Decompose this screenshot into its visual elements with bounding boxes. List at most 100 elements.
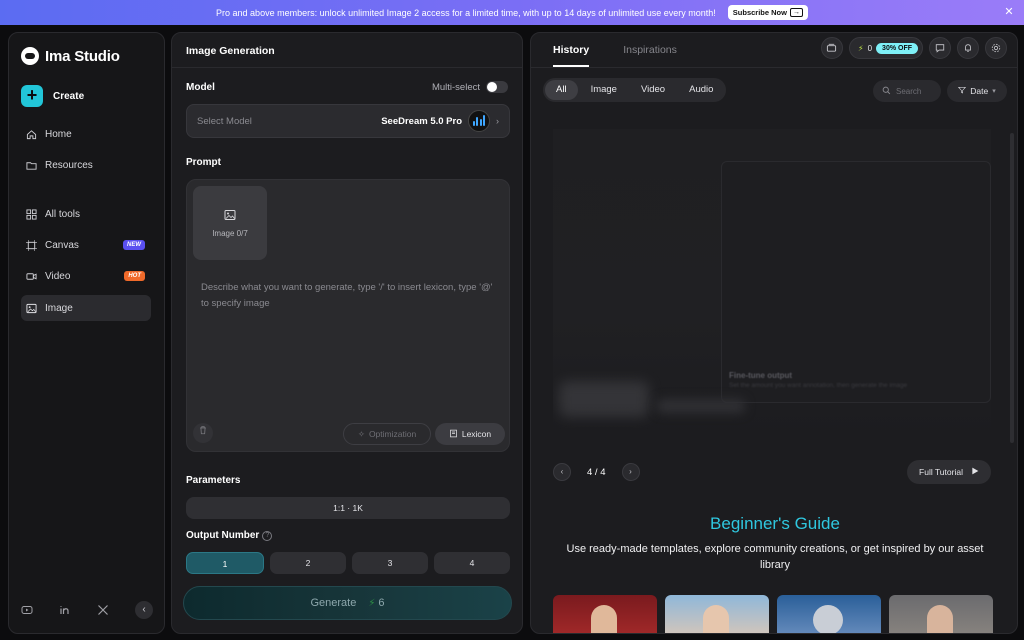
output-option-4[interactable]: 4 <box>434 552 510 574</box>
image-upload-slot[interactable]: Image 0/7 <box>193 186 267 260</box>
parameters-label: Parameters <box>186 475 241 486</box>
next-page-button[interactable]: › <box>621 463 640 481</box>
credits-count: 0 <box>867 43 873 53</box>
x-icon[interactable] <box>97 604 109 616</box>
grid-icon <box>26 208 37 220</box>
ratio-resolution-select[interactable]: 1:1 · 1K <box>186 497 510 519</box>
collapse-sidebar-button[interactable]: ‹ <box>135 601 153 619</box>
date-filter-button[interactable]: Date ▾ <box>947 80 1007 102</box>
sidebar-item-label: Resources <box>45 159 93 171</box>
sidebar-item-video[interactable]: Video HOT <box>21 263 151 289</box>
bolt-icon: ⚡ <box>368 598 376 609</box>
prompt-input[interactable]: Describe what you want to generate, type… <box>201 280 501 312</box>
model-label: Model <box>186 82 215 93</box>
preview-frame <box>721 161 991 403</box>
thumbnail-card[interactable] <box>889 595 993 633</box>
scrollbar-track[interactable] <box>1010 133 1014 443</box>
linkedin-icon[interactable] <box>59 604 71 616</box>
panel-tabs: History Inspirations <box>553 44 677 67</box>
video-icon <box>26 271 37 282</box>
sidebar-item-label: Canvas <box>45 239 79 251</box>
blurred-element <box>559 381 649 417</box>
tab-history[interactable]: History <box>553 44 590 67</box>
guide-title: Beginner's Guide <box>710 514 840 533</box>
gear-icon[interactable] <box>985 37 1007 59</box>
sidebar-item-label: All tools <box>45 208 81 220</box>
stack-icon[interactable] <box>820 37 843 59</box>
page-indicator: 4 / 4 <box>587 466 606 478</box>
canvas-icon <box>26 239 37 251</box>
tab-inspirations[interactable]: Inspirations <box>623 44 677 67</box>
model-select[interactable]: Select Model SeeDream 5.0 Pro › <box>186 104 510 138</box>
divider <box>531 67 1017 68</box>
type-filter: All Image Video Audio <box>543 78 727 102</box>
output-number-label: Output Number <box>186 530 260 541</box>
thumbnail-card[interactable] <box>553 595 657 633</box>
sidebar: Ima Studio + Create Home Resources All t… <box>8 32 165 634</box>
prompt-box[interactable]: Image 0/7 Describe what you want to gene… <box>186 179 510 452</box>
arrow-right-icon: → <box>789 8 803 17</box>
subscribe-button[interactable]: Subscribe Now → <box>727 5 808 20</box>
prev-page-button[interactable]: ‹ <box>553 463 571 481</box>
search-input[interactable]: Search <box>873 80 941 102</box>
divider <box>172 67 522 68</box>
feedback-icon[interactable] <box>929 37 951 59</box>
portrait-image <box>591 605 617 633</box>
sidebar-item-image[interactable]: Image <box>21 295 151 321</box>
brand-name: Ima Studio <box>45 47 120 65</box>
filter-video[interactable]: Video <box>630 80 676 100</box>
create-button[interactable]: + Create <box>21 85 84 107</box>
guide-description: Use ready-made templates, explore commun… <box>566 543 984 571</box>
search-icon <box>882 86 891 97</box>
multi-select-toggle[interactable]: Multi-select <box>432 81 508 93</box>
preview-title: Fine-tune output <box>729 371 793 380</box>
lexicon-button[interactable]: Lexicon <box>435 423 505 445</box>
sidebar-item-resources[interactable]: Resources <box>21 152 151 178</box>
tutorial-preview[interactable]: Fine-tune output Set the amount you want… <box>553 129 991 439</box>
thumbnail-card[interactable] <box>665 595 769 633</box>
date-label: Date <box>970 86 989 96</box>
lexicon-label: Lexicon <box>461 429 492 439</box>
image-add-icon <box>224 209 236 223</box>
headphones-image <box>813 605 843 633</box>
help-icon[interactable]: ? <box>262 531 273 541</box>
plus-icon: + <box>21 85 43 107</box>
filter-audio[interactable]: Audio <box>678 80 724 100</box>
generate-button[interactable]: Generate ⚡ 6 <box>183 586 512 620</box>
model-value: SeeDream 5.0 Pro <box>381 115 462 127</box>
portrait-image <box>927 605 953 633</box>
credits-badge[interactable]: ⚡ 0 30% OFF <box>848 37 923 59</box>
toggle-switch[interactable] <box>486 81 508 93</box>
trash-icon[interactable] <box>193 423 213 443</box>
close-icon[interactable]: ✕ <box>1002 5 1016 19</box>
filter-icon <box>958 86 967 96</box>
generate-cost: ⚡ 6 <box>368 597 385 609</box>
youtube-icon[interactable] <box>21 604 33 616</box>
output-option-2[interactable]: 2 <box>270 552 346 574</box>
panel-title: Image Generation <box>186 45 275 57</box>
thumbnail-card[interactable] <box>777 595 881 633</box>
brand-logo[interactable]: Ima Studio <box>21 47 120 65</box>
sidebar-item-home[interactable]: Home <box>21 121 151 147</box>
play-icon <box>971 467 979 477</box>
output-option-3[interactable]: 3 <box>352 552 428 574</box>
header-actions: ⚡ 0 30% OFF <box>820 37 1007 59</box>
history-panel: History Inspirations ⚡ 0 30% OFF All Ima… <box>530 32 1018 634</box>
filter-image[interactable]: Image <box>580 80 628 100</box>
generate-label: Generate <box>310 597 357 609</box>
sidebar-item-canvas[interactable]: Canvas NEW <box>21 232 151 258</box>
full-tutorial-button[interactable]: Full Tutorial <box>907 460 991 484</box>
optimization-button[interactable]: ✧ Optimization <box>343 423 431 445</box>
filter-all[interactable]: All <box>545 80 578 100</box>
portrait-image <box>703 605 729 633</box>
output-number-group: 1 2 3 4 <box>186 552 510 574</box>
generation-panel: Image Generation Model Multi-select Sele… <box>171 32 523 634</box>
image-icon <box>26 303 37 314</box>
sidebar-item-all-tools[interactable]: All tools <box>21 201 151 227</box>
bell-icon[interactable] <box>957 37 979 59</box>
new-badge: NEW <box>123 240 145 250</box>
output-option-1[interactable]: 1 <box>186 552 264 574</box>
bolt-icon: ⚡ <box>857 43 864 53</box>
sidebar-item-label: Video <box>45 270 71 282</box>
chevron-right-icon: › <box>496 116 499 126</box>
